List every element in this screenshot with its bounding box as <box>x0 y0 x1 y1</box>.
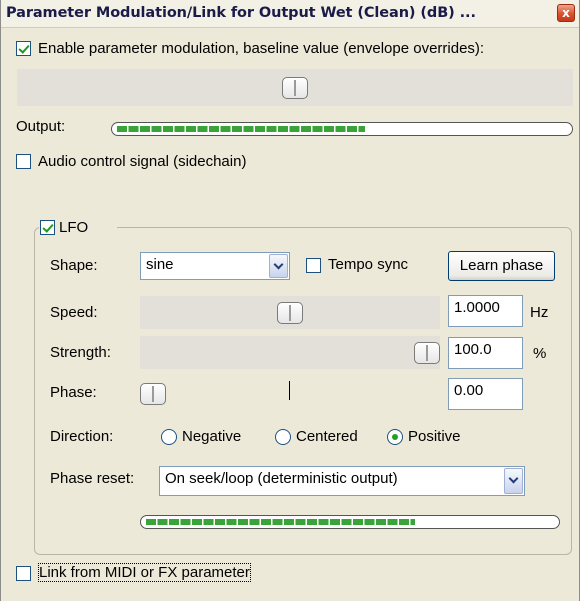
direction-label: Direction: <box>50 428 114 445</box>
strength-input[interactable]: 100.0 <box>448 337 523 369</box>
direction-centered-radio[interactable] <box>275 429 291 445</box>
baseline-slider[interactable] <box>17 69 573 106</box>
strength-unit: % <box>533 345 547 362</box>
output-meter-fill <box>117 126 365 132</box>
window-title: Parameter Modulation/Link for Output Wet… <box>6 5 476 21</box>
phase-input[interactable]: 0.00 <box>448 378 523 410</box>
shape-select[interactable]: sine <box>140 252 290 280</box>
learn-phase-button[interactable]: Learn phase <box>448 251 555 281</box>
phase-slider[interactable] <box>140 377 440 410</box>
enable-modulation-checkbox[interactable] <box>16 41 31 56</box>
output-label: Output: <box>16 118 66 135</box>
phase-reset-select[interactable]: On seek/loop (deterministic output) <box>159 466 525 496</box>
enable-modulation-label: Enable parameter modulation, baseline va… <box>38 40 485 57</box>
direction-positive-radio[interactable] <box>387 429 403 445</box>
direction-negative-label: Negative <box>182 428 242 445</box>
direction-negative-radio[interactable] <box>161 429 177 445</box>
parameter-modulation-window: Parameter Modulation/Link for Output Wet… <box>0 0 580 601</box>
lfo-checkbox[interactable] <box>40 220 55 235</box>
direction-positive-label: Positive <box>408 428 461 445</box>
lfo-output-meter-fill <box>146 519 415 525</box>
close-icon[interactable]: x <box>557 4 575 22</box>
shape-select-value: sine <box>146 256 174 273</box>
phase-reset-select-value: On seek/loop (deterministic output) <box>165 470 398 487</box>
strength-label: Strength: <box>50 344 111 361</box>
speed-label: Speed: <box>50 304 98 321</box>
chevron-down-icon[interactable] <box>504 468 523 494</box>
speed-slider[interactable] <box>140 296 440 329</box>
lfo-header: LFO <box>39 217 117 239</box>
speed-unit: Hz <box>530 304 549 321</box>
tempo-sync-checkbox[interactable] <box>306 258 321 273</box>
phase-slider-thumb[interactable] <box>140 383 166 405</box>
audio-control-checkbox[interactable] <box>16 154 31 169</box>
link-midi-label: Link from MIDI or FX parameter <box>38 563 251 582</box>
chevron-down-icon[interactable] <box>269 254 288 278</box>
baseline-slider-thumb[interactable] <box>282 77 308 99</box>
strength-slider[interactable] <box>140 336 440 369</box>
phase-reset-label: Phase reset: <box>50 470 135 487</box>
title-bar[interactable]: Parameter Modulation/Link for Output Wet… <box>1 0 579 28</box>
link-midi-checkbox[interactable] <box>16 566 31 581</box>
phase-label: Phase: <box>50 384 97 401</box>
shape-label: Shape: <box>50 257 98 274</box>
strength-slider-thumb[interactable] <box>414 342 440 364</box>
output-meter <box>111 122 573 136</box>
phase-center-marker <box>289 381 290 400</box>
speed-input[interactable]: 1.0000 <box>448 295 523 327</box>
tempo-sync-label: Tempo sync <box>328 256 409 273</box>
direction-centered-label: Centered <box>296 428 358 445</box>
lfo-label: LFO <box>59 219 89 236</box>
speed-slider-thumb[interactable] <box>277 302 303 324</box>
lfo-output-meter <box>140 515 560 529</box>
audio-control-label: Audio control signal (sidechain) <box>38 153 247 170</box>
